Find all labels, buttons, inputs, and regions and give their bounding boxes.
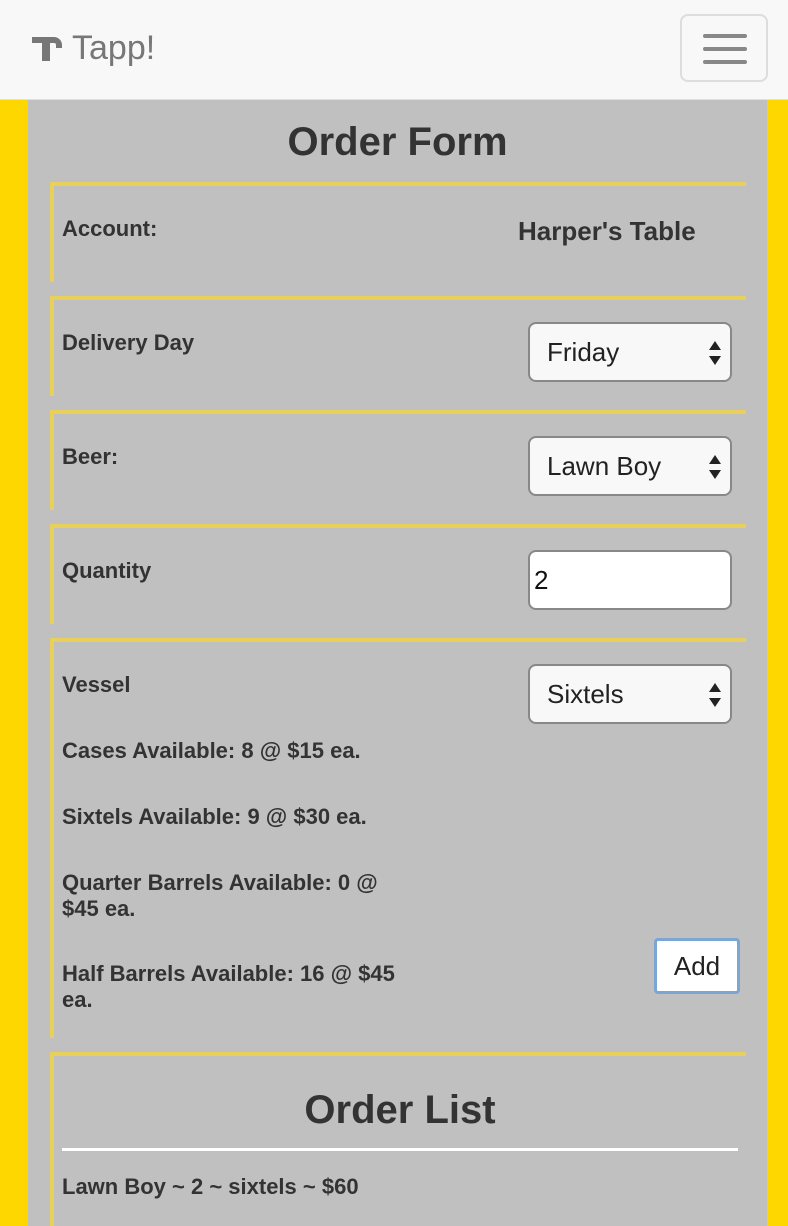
beer-label: Beer: bbox=[62, 444, 119, 469]
vessel-label: Vessel bbox=[62, 672, 131, 697]
brand-link[interactable]: Tapp! bbox=[30, 26, 155, 70]
delivery-day-selected: Friday bbox=[547, 337, 620, 367]
sixtels-availability: Sixtels Available: 9 @ $30 ea. bbox=[62, 804, 367, 829]
quantity-input[interactable]: 2 bbox=[528, 550, 732, 610]
vessel-panel: Vessel Sixtels Cases Available: 8 @ $15 … bbox=[50, 638, 746, 1038]
beer-selected: Lawn Boy bbox=[547, 451, 662, 481]
delivery-day-panel: Delivery Day Friday bbox=[50, 296, 746, 396]
add-button[interactable]: Add bbox=[654, 938, 740, 994]
order-list-divider bbox=[62, 1148, 738, 1151]
beer-panel: Beer: Lawn Boy bbox=[50, 410, 746, 510]
half-barrels-availability: Half Barrels Available: 16 @ $45 ea. bbox=[62, 961, 395, 1012]
navbar: Tapp! bbox=[0, 0, 788, 100]
delivery-day-label: Delivery Day bbox=[62, 330, 195, 355]
select-arrows-icon bbox=[709, 683, 721, 707]
order-list-panel: Order List Lawn Boy ~ 2 ~ sixtels ~ $60 bbox=[50, 1052, 746, 1226]
beer-select[interactable]: Lawn Boy bbox=[528, 436, 732, 496]
delivery-day-select[interactable]: Friday bbox=[528, 322, 732, 382]
quarter-barrels-availability: Quarter Barrels Available: 0 @ $45 ea. bbox=[62, 870, 378, 921]
quantity-panel: Quantity 2 bbox=[50, 524, 746, 624]
navbar-toggle-button[interactable] bbox=[680, 14, 768, 82]
select-arrows-icon bbox=[709, 341, 721, 365]
beer-tap-icon bbox=[32, 37, 62, 61]
account-value: Harper's Table bbox=[518, 216, 696, 246]
select-arrows-icon bbox=[709, 455, 721, 479]
page-title: Order Form bbox=[287, 120, 508, 164]
vessel-select[interactable]: Sixtels bbox=[528, 664, 732, 724]
quantity-label: Quantity bbox=[62, 558, 152, 583]
order-list-item: Lawn Boy ~ 2 ~ sixtels ~ $60 bbox=[62, 1174, 359, 1199]
account-label: Account: bbox=[62, 216, 158, 241]
account-panel: Account: Harper's Table bbox=[50, 182, 746, 282]
cases-availability: Cases Available: 8 @ $15 ea. bbox=[62, 738, 361, 763]
vessel-selected: Sixtels bbox=[547, 679, 624, 709]
order-list-title: Order List bbox=[304, 1088, 496, 1132]
brand-name: Tapp! bbox=[72, 28, 156, 67]
order-container: Order Form Account: Harper's Table Deliv… bbox=[28, 100, 767, 1226]
